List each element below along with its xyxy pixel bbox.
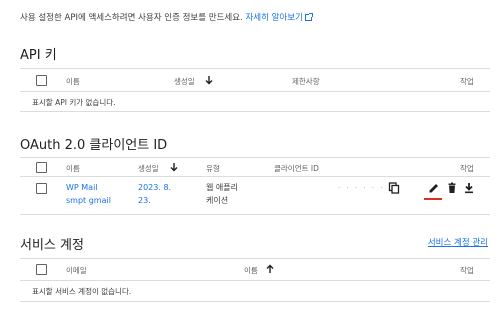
client-name-line1: WP Mail (66, 183, 98, 192)
api-header-divider (20, 91, 490, 92)
sa-col-name[interactable]: 이름 (244, 265, 258, 276)
intro-text: 사용 설정한 API에 액세스하려면 사용자 인증 정보를 만드세요. 자세히 … (20, 11, 313, 23)
learn-more-link[interactable]: 자세히 알아보기 (245, 13, 313, 23)
oauth-table-bottom-divider (20, 214, 490, 215)
api-table-bottom-divider (20, 111, 490, 112)
oauth-col-name[interactable]: 이름 (66, 163, 80, 174)
sa-col-email[interactable]: 이메일 (66, 265, 87, 276)
sa-header-divider (20, 280, 490, 281)
api-col-restrictions: 제한사항 (292, 77, 320, 86)
manage-service-accounts-link[interactable]: 서비스 계정 관리 (428, 236, 488, 248)
sa-col-actions: 작업 (460, 266, 474, 275)
external-link-icon (304, 13, 313, 21)
oauth-client-name-link[interactable]: WP Mail smpt gmail (66, 181, 111, 207)
created-line2: 23. (138, 196, 151, 205)
type-line2: 케이션 (206, 196, 229, 205)
service-accounts-title: 서비스 계정 (20, 238, 84, 253)
copy-icon[interactable] (388, 182, 400, 194)
api-select-all-checkbox[interactable] (36, 75, 47, 86)
type-line1: 웹 애플리 (206, 183, 238, 192)
sa-table-top-divider (20, 258, 490, 259)
oauth-header-divider (20, 176, 490, 177)
intro-message: 사용 설정한 API에 액세스하려면 사용자 인증 정보를 만드세요. (20, 13, 243, 23)
oauth-created-date: 2023. 8. 23. (138, 181, 171, 207)
arrow-up-icon[interactable] (265, 264, 275, 274)
edit-pencil-icon[interactable] (428, 182, 440, 194)
oauth-type: 웹 애플리 케이션 (206, 181, 238, 207)
oauth-col-client-id: 클라이언트 ID (274, 164, 319, 173)
client-id-masked: · · · · · · (338, 184, 385, 192)
arrow-down-icon[interactable] (169, 162, 179, 172)
api-col-name[interactable]: 이름 (66, 76, 80, 87)
oauth-row-checkbox[interactable] (36, 183, 47, 194)
oauth-table-top-divider (20, 157, 490, 158)
api-empty-message: 표시할 API 키가 없습니다. (32, 98, 116, 107)
created-line1: 2023. 8. (138, 183, 172, 192)
client-name-line2: smpt gmail (66, 196, 111, 205)
api-keys-title: API 키 (20, 48, 57, 63)
api-table-top-divider (20, 68, 490, 69)
sa-select-all-checkbox[interactable] (36, 264, 47, 275)
sa-table-bottom-divider (20, 301, 490, 302)
oauth-select-all-checkbox[interactable] (36, 162, 47, 173)
oauth-col-created[interactable]: 생성일 (138, 163, 159, 174)
arrow-down-icon[interactable] (204, 75, 214, 85)
oauth-title: OAuth 2.0 클라이언트 ID (20, 138, 168, 153)
edit-active-indicator (424, 198, 442, 200)
api-col-created[interactable]: 생성일 (174, 76, 195, 87)
trash-icon[interactable] (446, 182, 458, 194)
sa-empty-message: 표시할 서비스 계정이 없습니다. (32, 287, 132, 296)
oauth-col-actions: 작업 (460, 164, 474, 173)
oauth-col-type: 유형 (206, 164, 220, 173)
api-col-actions: 작업 (460, 77, 474, 86)
download-icon[interactable] (463, 182, 475, 194)
